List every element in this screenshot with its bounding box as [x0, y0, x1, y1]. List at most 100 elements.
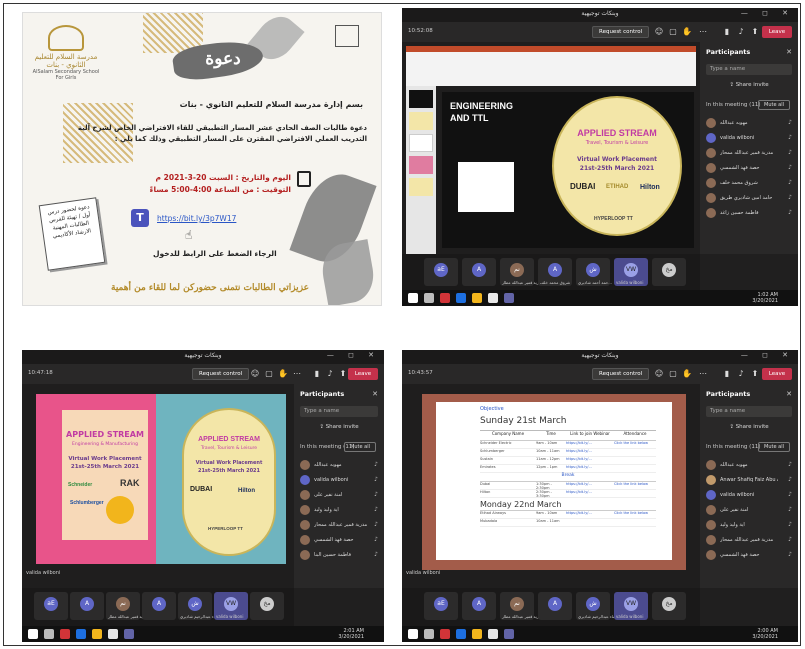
- video-tile[interactable]: ششيماء عبدالرحيم شاديري...: [178, 592, 226, 620]
- participant-row[interactable]: آية وليد وليد ♪: [300, 503, 378, 518]
- participant-row[interactable]: أمنة نفير على ♪: [300, 488, 378, 503]
- mute-all-button[interactable]: Mute all: [758, 100, 790, 110]
- mute-all-button[interactable]: Mute all: [344, 442, 376, 452]
- participant-row[interactable]: فاطمة حسين زاغد ♪: [706, 206, 792, 221]
- app-icon[interactable]: [488, 293, 498, 303]
- video-tile-active[interactable]: VW valida wilboni: [614, 258, 648, 286]
- more-icon[interactable]: ⋯: [292, 369, 302, 379]
- participant-search-input[interactable]: Type a name: [300, 406, 378, 417]
- leave-button[interactable]: Leave: [762, 368, 792, 380]
- camera-icon[interactable]: ▮: [722, 27, 732, 37]
- participant-search-input[interactable]: Type a name: [706, 406, 792, 417]
- request-control-button[interactable]: Request control: [192, 368, 250, 380]
- meeting-link[interactable]: https://bit.ly/3p7W17: [157, 214, 236, 223]
- share-invite-button[interactable]: ⇪ Share invite: [314, 422, 364, 433]
- video-tile[interactable]: مخ: [652, 258, 686, 286]
- participant-row[interactable]: Anwar Shafiq Faiz Abu Anz♪: [706, 473, 792, 488]
- window-controls[interactable]: — ◻ ✕: [741, 9, 794, 17]
- participant-row[interactable]: حصة فهد الشمسي ♪: [300, 533, 378, 548]
- video-tile-active[interactable]: VW valida wilboni: [614, 592, 648, 620]
- app-icon[interactable]: [456, 293, 466, 303]
- start-icon[interactable]: [408, 293, 418, 303]
- search-icon[interactable]: [424, 629, 434, 639]
- share-icon[interactable]: ⬆: [750, 27, 760, 37]
- more-icon[interactable]: ⋯: [698, 27, 708, 37]
- video-tile-active[interactable]: VW valida wilboni: [214, 592, 248, 620]
- participants-icon[interactable]: ☺: [654, 27, 664, 37]
- search-icon[interactable]: [44, 629, 54, 639]
- chat-icon[interactable]: ▢: [668, 369, 678, 379]
- participant-row[interactable]: مهوبه عبدالله ♪: [706, 458, 792, 473]
- request-control-button[interactable]: Request control: [592, 368, 650, 380]
- reactions-icon[interactable]: ✋: [682, 369, 692, 379]
- participant-row[interactable]: مدرية قمير عبدالله ممحار ♪: [706, 533, 792, 548]
- video-tile[interactable]: A: [462, 258, 496, 286]
- share-invite-button[interactable]: ⇪ Share invite: [720, 80, 778, 91]
- video-tile[interactable]: ش حمة أحمد شاديري...: [576, 258, 612, 286]
- participant-row[interactable]: حصة فهد الشمسي ♪: [706, 161, 792, 176]
- participant-row[interactable]: valida wilboni ♪: [300, 473, 378, 488]
- participants-icon[interactable]: ☺: [654, 369, 664, 379]
- participant-search-input[interactable]: Type a name: [706, 64, 792, 75]
- participant-row[interactable]: valida wilboni ♪: [706, 488, 792, 503]
- video-tile[interactable]: ششيماء عبدالرحيم شاديري...: [576, 592, 624, 620]
- video-tile[interactable]: نم مدرية قمير عبدالله مطار: [500, 592, 543, 620]
- app-icon[interactable]: [472, 293, 482, 303]
- video-tile[interactable]: مخ: [250, 592, 284, 620]
- camera-icon[interactable]: ▮: [312, 369, 322, 379]
- more-icon[interactable]: ⋯: [698, 369, 708, 379]
- participant-row[interactable]: حامد آمين شاديري طريق ♪: [706, 191, 792, 206]
- participant-row[interactable]: حصة فهد الشمسي ♪: [706, 548, 792, 563]
- app-icon[interactable]: [440, 629, 450, 639]
- start-icon[interactable]: [28, 629, 38, 639]
- participant-row[interactable]: آية وليد وليد ♪: [706, 518, 792, 533]
- mute-all-button[interactable]: Mute all: [758, 442, 790, 452]
- video-tile[interactable]: A: [142, 592, 176, 620]
- participant-row[interactable]: مهوبه عبدالله ♪: [706, 116, 792, 131]
- teams-app-icon[interactable]: [504, 629, 514, 639]
- window-controls[interactable]: — ◻ ✕: [741, 351, 794, 359]
- video-tile[interactable]: مخ: [652, 592, 686, 620]
- app-icon[interactable]: [488, 629, 498, 639]
- participants-icon[interactable]: ☺: [250, 369, 260, 379]
- share-icon[interactable]: ⬆: [338, 369, 348, 379]
- app-icon[interactable]: [440, 293, 450, 303]
- video-tile[interactable]: A: [462, 592, 496, 620]
- window-controls[interactable]: — ◻ ✕: [327, 351, 380, 359]
- video-tile[interactable]: نم مدرية قمير عبدالله مطار: [106, 592, 149, 620]
- participant-row[interactable]: مهوبه عبدالله ♪: [300, 458, 378, 473]
- participant-row[interactable]: مدرية قمير عبدالله ممحار ♪: [706, 146, 792, 161]
- teams-app-icon[interactable]: [124, 629, 134, 639]
- close-icon[interactable]: ✕: [372, 390, 378, 398]
- video-tile[interactable]: aE: [424, 592, 458, 620]
- participant-row[interactable]: شروق محمد خلف ♪: [706, 176, 792, 191]
- app-icon[interactable]: [456, 629, 466, 639]
- request-control-button[interactable]: Request control: [592, 26, 650, 38]
- participant-row[interactable]: فاطمة حسين البنا ♪: [300, 548, 378, 563]
- close-icon[interactable]: ✕: [786, 48, 792, 56]
- video-tile[interactable]: aE: [34, 592, 68, 620]
- video-tile[interactable]: A شروق محمد خلف: [538, 258, 572, 286]
- app-icon[interactable]: [472, 629, 482, 639]
- close-icon[interactable]: ✕: [786, 390, 792, 398]
- chat-icon[interactable]: ▢: [264, 369, 274, 379]
- app-icon[interactable]: [60, 629, 70, 639]
- chat-icon[interactable]: ▢: [668, 27, 678, 37]
- leave-button[interactable]: Leave: [348, 368, 378, 380]
- reactions-icon[interactable]: ✋: [682, 27, 692, 37]
- mic-icon[interactable]: ♪: [325, 369, 335, 379]
- teams-app-icon[interactable]: [504, 293, 514, 303]
- mic-icon[interactable]: ♪: [736, 27, 746, 37]
- participant-row[interactable]: valida wilboni ♪: [706, 131, 792, 146]
- leave-button[interactable]: Leave: [762, 26, 792, 38]
- search-icon[interactable]: [424, 293, 434, 303]
- camera-icon[interactable]: ▮: [722, 369, 732, 379]
- app-icon[interactable]: [108, 629, 118, 639]
- video-tile[interactable]: aE: [424, 258, 458, 286]
- participant-row[interactable]: أمنة نفير على ♪: [706, 503, 792, 518]
- app-icon[interactable]: [76, 629, 86, 639]
- start-icon[interactable]: [408, 629, 418, 639]
- participant-row[interactable]: مدرية قمير عبدالله ممحار ♪: [300, 518, 378, 533]
- video-tile[interactable]: نم مدرية قمير عبدالله مطار: [500, 258, 543, 286]
- share-invite-button[interactable]: ⇪ Share invite: [720, 422, 778, 433]
